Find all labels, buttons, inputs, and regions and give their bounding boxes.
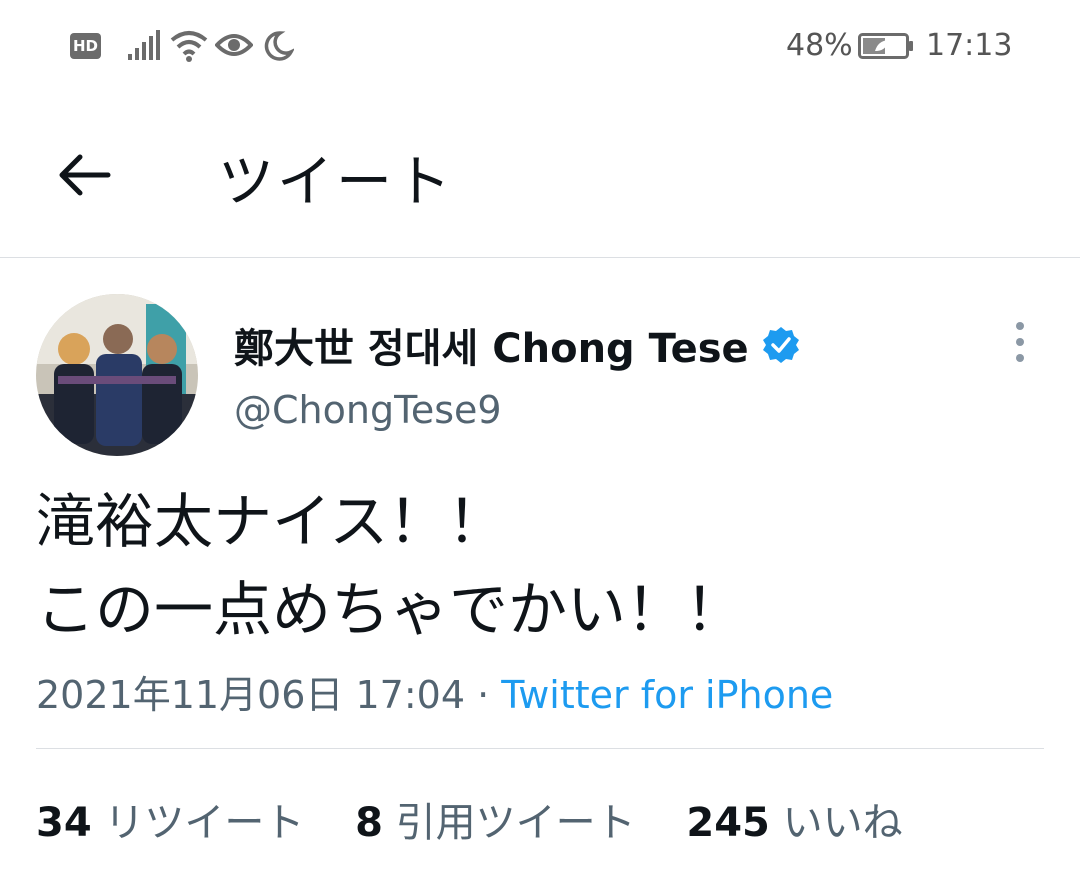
avatar[interactable]	[36, 294, 198, 456]
retweets-stat[interactable]: 34 リツイート	[36, 800, 304, 846]
top-app-bar: ツイート	[0, 95, 1080, 258]
likes-label: いいね	[782, 800, 903, 846]
signal-icon	[128, 30, 160, 60]
likes-stat[interactable]: 245 いいね	[686, 800, 902, 846]
author-handle[interactable]: @ChongTese9	[234, 388, 502, 432]
verified-badge-icon	[762, 327, 799, 363]
tweet-text-line: 滝裕太ナイス！！	[36, 487, 507, 556]
tweet-source-link[interactable]: Twitter for iPhone	[501, 673, 833, 717]
author-name-row: 鄭大世 정대세 Chong Tese	[234, 316, 801, 374]
meta-separator: ·	[465, 673, 502, 717]
retweets-count: 34	[36, 800, 92, 846]
moon-icon	[264, 31, 294, 61]
tweet-datetime[interactable]: 2021年11月06日 17:04	[36, 673, 465, 717]
tweet-meta: 2021年11月06日 17:04 · Twitter for iPhone	[36, 664, 833, 719]
tweet-text: 滝裕太ナイス！！ この一点めちゃでかい！！	[36, 478, 744, 654]
likes-count: 245	[686, 800, 770, 846]
quotes-stat[interactable]: 8 引用ツイート	[355, 800, 636, 846]
wifi-icon	[170, 31, 208, 62]
arrow-left-icon[interactable]	[56, 151, 112, 199]
clock: 17:13	[926, 28, 1013, 63]
page-title: ツイート	[218, 150, 454, 215]
author-display-name[interactable]: 鄭大世 정대세 Chong Tese	[234, 316, 749, 374]
hd-icon: HD	[70, 33, 101, 59]
divider	[36, 748, 1044, 749]
avatar-image	[36, 294, 198, 456]
more-options-icon[interactable]	[1006, 320, 1034, 364]
tweet-stats: 34 リツイート 8 引用ツイート 245 いいね	[36, 790, 941, 848]
quotes-count: 8	[355, 800, 383, 846]
tweet-text-line: この一点めちゃでかい！！	[36, 575, 745, 644]
battery-icon	[858, 33, 913, 59]
battery-percent: 48%	[786, 28, 853, 63]
eye-icon	[215, 34, 253, 56]
status-bar: HD 48% 17:13	[0, 0, 1080, 95]
retweets-label: リツイート	[104, 800, 305, 846]
quotes-label: 引用ツイート	[395, 800, 636, 846]
